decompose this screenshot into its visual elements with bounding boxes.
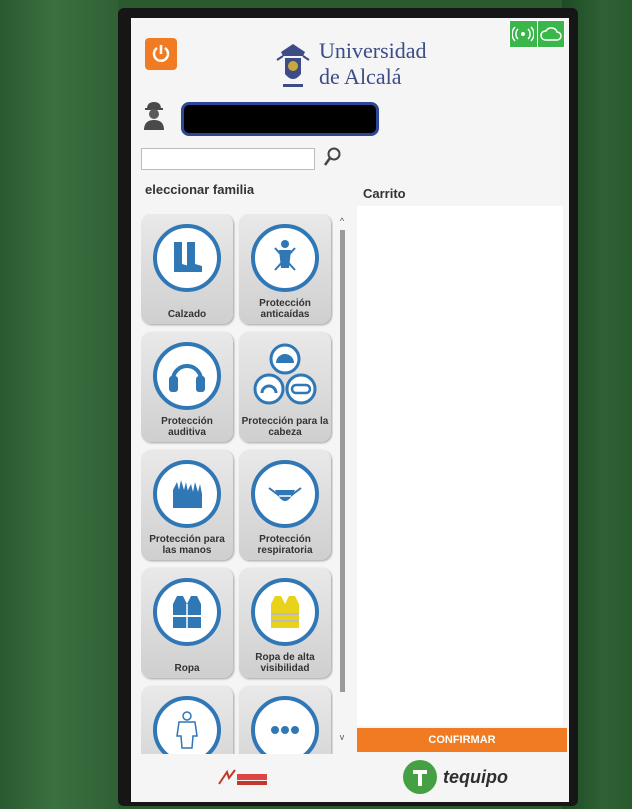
family-tile-more[interactable]: [239, 686, 331, 754]
power-icon: [152, 45, 170, 62]
family-tile-respiratoria[interactable]: Protección respiratoria: [239, 450, 331, 560]
coverall-icon: [153, 696, 221, 754]
user-icon: [144, 102, 164, 130]
more-icon: [251, 696, 319, 754]
harness-icon: [251, 224, 319, 292]
confirm-button[interactable]: CONFIRMAR: [357, 728, 567, 752]
scroll-thumb[interactable]: [340, 230, 345, 692]
tequipo-brand-text: tequipo: [443, 766, 508, 787]
family-scrollbar[interactable]: ^ v: [337, 216, 347, 746]
family-label: Ropa de alta visibilidad: [255, 652, 315, 674]
tequipo-logo: tequipo: [403, 760, 508, 794]
family-label: Ropa: [174, 663, 200, 674]
family-tile-ropa[interactable]: Ropa: [141, 568, 233, 678]
boots-icon: [153, 224, 221, 292]
family-section-title: eleccionar familia: [145, 182, 255, 197]
wireless-icon: [510, 21, 538, 47]
family-tile-manos[interactable]: Protección para las manos: [141, 450, 233, 560]
mask-icon: [251, 460, 319, 528]
power-button[interactable]: [145, 38, 177, 70]
family-label: Protección auditiva: [161, 416, 213, 438]
family-tile-auditiva[interactable]: Protección auditiva: [141, 332, 233, 442]
family-tile-anticaidas[interactable]: Protección anticaídas: [239, 214, 331, 324]
cart-panel: [357, 206, 563, 726]
family-grid: Calzado Protección anticaídas Protección…: [141, 214, 333, 754]
university-name-line1: Universidad: [319, 38, 427, 63]
family-label: Protección para las manos: [149, 534, 225, 556]
scroll-up-icon[interactable]: ^: [337, 216, 347, 226]
university-crest-icon: [276, 44, 310, 87]
kiosk-screen: Universidad de Alcalá eleccionar familia…: [131, 18, 569, 802]
family-label: Protección respiratoria: [257, 534, 313, 556]
cabinet-left: [0, 0, 118, 809]
footer: tequipo: [131, 756, 569, 802]
family-tile-alta-visibilidad[interactable]: Ropa de alta visibilidad: [239, 568, 331, 678]
family-tile-coverall[interactable]: [141, 686, 233, 754]
head-protection-icon: [251, 342, 319, 410]
search-icon[interactable]: [323, 146, 343, 168]
family-label: Calzado: [167, 309, 207, 320]
hi-vis-vest-icon: [251, 578, 319, 646]
sponsor-logo-icon: [217, 768, 269, 790]
cart-title: Carrito: [363, 186, 406, 201]
cloud-icon: [538, 21, 565, 47]
university-name-line2: de Alcalá: [319, 64, 402, 89]
ear-muffs-icon: [153, 342, 221, 410]
family-label: Protección anticaídas: [259, 298, 311, 320]
tequipo-mark-icon: [403, 760, 437, 794]
family-tile-calzado[interactable]: Calzado: [141, 214, 233, 324]
user-name-field: [181, 102, 379, 136]
university-name: Universidad de Alcalá: [319, 38, 427, 90]
scroll-down-icon[interactable]: v: [337, 732, 347, 742]
vest-icon: [153, 578, 221, 646]
family-tile-cabeza[interactable]: Protección para la cabeza: [239, 332, 331, 442]
search-input[interactable]: [141, 148, 315, 170]
family-label: Protección para la cabeza: [241, 416, 329, 438]
connection-status: [509, 20, 565, 48]
gloves-icon: [153, 460, 221, 528]
